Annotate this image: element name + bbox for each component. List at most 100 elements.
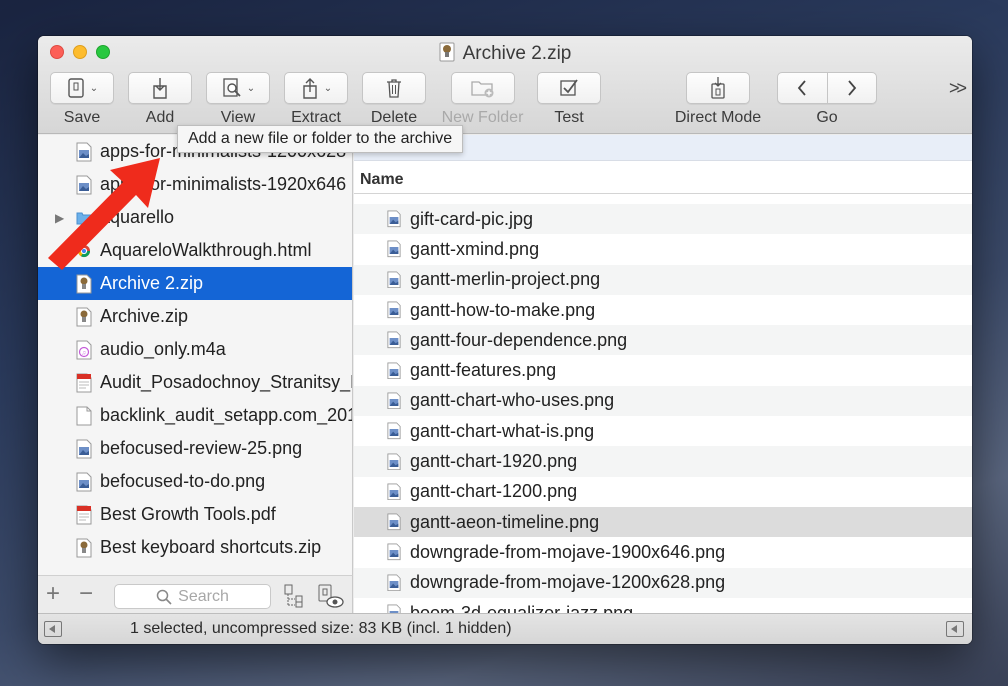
sidebar-item[interactable]: Audit_Posadochnoy_Stranitsy_L bbox=[38, 366, 352, 399]
pdf-file-icon bbox=[76, 505, 92, 525]
folder-icon bbox=[76, 208, 92, 228]
sidebar-item[interactable]: ♫ audio_only.m4a bbox=[38, 333, 352, 366]
toolbar-overflow-button[interactable]: >> bbox=[949, 78, 967, 99]
disclosure-triangle-icon[interactable]: ▶ bbox=[55, 211, 64, 225]
delete-button[interactable]: Delete bbox=[362, 72, 426, 127]
search-input[interactable]: Search bbox=[114, 584, 271, 609]
window-title-text: Archive 2.zip bbox=[462, 43, 572, 64]
file-name: gantt-chart-what-is.png bbox=[410, 420, 595, 441]
remove-location-button[interactable]: − bbox=[79, 580, 93, 608]
file-name: gantt-chart-1200.png bbox=[410, 481, 578, 502]
image-file-icon bbox=[387, 210, 401, 228]
window-title: Archive 2.zip bbox=[38, 42, 972, 65]
file-name: gantt-chart-1920.png bbox=[410, 451, 578, 472]
sidebar-item-label: audio_only.m4a bbox=[100, 339, 226, 359]
forward-button[interactable] bbox=[828, 73, 877, 103]
file-row[interactable]: gantt-merlin-project.png bbox=[354, 264, 972, 295]
image-file-icon bbox=[387, 452, 401, 471]
toggle-sidebar-button[interactable] bbox=[44, 621, 62, 637]
file-row[interactable]: boom-3d-equalizer-jazz.png bbox=[354, 598, 972, 613]
file-row[interactable]: gantt-chart-1200.png bbox=[354, 477, 972, 507]
image-file-icon bbox=[387, 301, 401, 319]
file-row[interactable]: gift-card-pic.jpg bbox=[354, 204, 972, 235]
file-row[interactable]: gantt-four-dependence.png bbox=[354, 325, 972, 356]
zip-file-icon bbox=[439, 42, 455, 62]
column-header-name[interactable]: Name bbox=[354, 161, 972, 194]
file-row[interactable]: gantt-chart-who-uses.png bbox=[354, 385, 972, 417]
image-file-icon bbox=[387, 331, 401, 349]
file-row[interactable]: gantt-features.png bbox=[354, 355, 972, 385]
sidebar-item-label: Archive.zip bbox=[100, 306, 189, 326]
file-name: gantt-aeon-timeline.png bbox=[410, 511, 600, 532]
pdf-file-icon bbox=[76, 373, 92, 393]
status-bar: 1 selected, uncompressed size: 83 KB (in… bbox=[38, 613, 972, 644]
sidebar: apps-for-minimalists-1200x628apps-for-mi… bbox=[38, 135, 353, 575]
image-file-icon bbox=[387, 422, 401, 440]
sidebar-item[interactable]: Archive.zip bbox=[38, 300, 352, 333]
file-name: downgrade-from-mojave-1900x646.png bbox=[410, 541, 726, 562]
search-placeholder: Search bbox=[178, 587, 229, 605]
file-name: gantt-merlin-project.png bbox=[410, 269, 601, 290]
search-icon bbox=[156, 589, 172, 605]
add-button[interactable]: Add bbox=[128, 72, 192, 127]
direct-mode-button[interactable]: Direct Mode bbox=[670, 72, 766, 127]
file-row[interactable]: gantt-how-to-make.png bbox=[354, 295, 972, 325]
image-file-icon bbox=[76, 439, 92, 459]
save-label: Save bbox=[63, 109, 101, 126]
extract-icon bbox=[303, 78, 317, 99]
image-file-icon bbox=[387, 574, 401, 592]
image-file-icon bbox=[387, 483, 401, 501]
sidebar-item[interactable]: ▶ aquarello bbox=[38, 201, 352, 234]
zip-file-icon bbox=[76, 274, 92, 294]
image-file-icon bbox=[76, 175, 92, 195]
chrome-html-icon bbox=[76, 241, 92, 261]
zip-file-icon bbox=[76, 307, 92, 327]
save-button[interactable]: ⌄ Save bbox=[50, 72, 114, 127]
sidebar-item[interactable]: apps-for-minimalists-1920x646 bbox=[38, 168, 352, 201]
tree-view-icon[interactable] bbox=[283, 583, 307, 609]
image-file-icon bbox=[387, 543, 401, 561]
file-row[interactable]: gantt-chart-1920.png bbox=[354, 446, 972, 477]
image-file-icon bbox=[387, 392, 401, 410]
show-hidden-icon[interactable] bbox=[316, 583, 346, 609]
file-name: gantt-xmind.png bbox=[410, 238, 540, 259]
sidebar-item-label: apps-for-minimalists-1920x646 bbox=[100, 174, 347, 194]
sidebar-item[interactable]: Best keyboard shortcuts.zip bbox=[38, 531, 352, 564]
new-folder-button[interactable]: New Folder bbox=[440, 72, 525, 127]
file-row-partial bbox=[354, 194, 972, 204]
test-label: Test bbox=[554, 109, 584, 126]
archive-content-pane: Name gift-card-pic.jpg gantt-xmind.png gan… bbox=[354, 135, 972, 613]
sidebar-item-label: aquarello bbox=[100, 207, 175, 227]
chevron-down-icon: ⌄ bbox=[246, 82, 256, 94]
file-row[interactable]: gantt-aeon-timeline.png bbox=[354, 506, 972, 538]
sidebar-item[interactable]: befocused-to-do.png bbox=[38, 465, 352, 498]
zip-file-icon bbox=[76, 538, 92, 558]
sidebar-item[interactable]: AquareloWalkthrough.html bbox=[38, 234, 352, 267]
add-file-icon bbox=[153, 78, 167, 99]
file-row[interactable]: gantt-xmind.png bbox=[354, 234, 972, 264]
status-text: 1 selected, uncompressed size: 83 KB (in… bbox=[130, 620, 512, 637]
sidebar-item[interactable]: backlink_audit_setapp.com_201 bbox=[38, 399, 352, 432]
file-row[interactable]: downgrade-from-mojave-1900x646.png bbox=[354, 537, 972, 567]
file-row[interactable]: gantt-chart-what-is.png bbox=[354, 416, 972, 446]
chevron-left-icon bbox=[798, 80, 806, 96]
add-location-button[interactable]: + bbox=[46, 580, 60, 608]
sidebar-item[interactable]: Best Growth Tools.pdf bbox=[38, 498, 352, 531]
new-folder-icon bbox=[470, 81, 493, 98]
sidebar-item[interactable]: Archive 2.zip bbox=[38, 267, 352, 300]
extract-button[interactable]: ⌄ Extract bbox=[284, 72, 348, 127]
go-label: Go bbox=[816, 109, 838, 126]
file-row[interactable]: downgrade-from-mojave-1200x628.png bbox=[354, 567, 972, 598]
test-button[interactable]: Test bbox=[537, 72, 601, 127]
toolbar: ⌄ Save Add ⌄ View ⌄ Extract Delete New F… bbox=[38, 72, 972, 132]
toggle-inspector-button[interactable] bbox=[946, 621, 964, 637]
sidebar-item-label: befocused-review-25.png bbox=[100, 438, 303, 458]
chevron-down-icon: ⌄ bbox=[323, 82, 333, 94]
sidebar-item[interactable]: befocused-review-25.png bbox=[38, 432, 352, 465]
file-name: gantt-chart-who-uses.png bbox=[410, 390, 615, 411]
back-button[interactable] bbox=[778, 73, 828, 103]
file-name: boom-3d-equalizer-jazz.png bbox=[410, 602, 634, 614]
file-name: gantt-four-dependence.png bbox=[410, 329, 628, 350]
direct-mode-label: Direct Mode bbox=[674, 109, 762, 126]
view-button[interactable]: ⌄ View bbox=[206, 72, 270, 127]
